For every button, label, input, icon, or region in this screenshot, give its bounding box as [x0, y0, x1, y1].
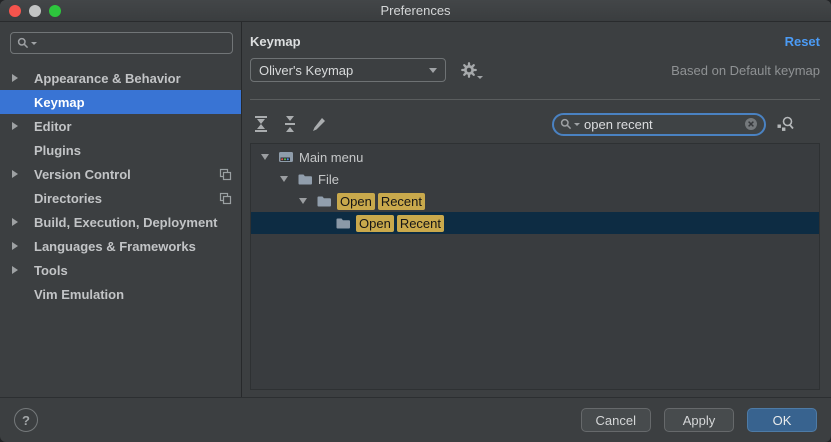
titlebar: Preferences [0, 0, 831, 22]
collapse-all-icon[interactable] [282, 116, 298, 132]
sidebar-item-keymap[interactable]: Keymap [0, 90, 241, 114]
chevron-down-icon [477, 76, 483, 79]
edit-pencil-icon[interactable] [311, 116, 327, 132]
sidebar-item-version-control[interactable]: Version Control [0, 162, 241, 186]
sidebar-item-build-execution-deployment[interactable]: Build, Execution, Deployment [0, 210, 241, 234]
main-area: Appearance & Behavior Keymap Editor Plug… [0, 22, 831, 397]
action-search-input[interactable] [582, 116, 742, 133]
window-title: Preferences [380, 3, 450, 18]
sidebar-item-plugins[interactable]: Plugins [0, 138, 241, 162]
search-match-highlight: Recent [378, 193, 425, 210]
collapse-arrow-icon[interactable] [280, 176, 288, 182]
header-separator [250, 99, 820, 100]
settings-sidebar: Appearance & Behavior Keymap Editor Plug… [0, 22, 242, 397]
expand-arrow-icon[interactable] [12, 242, 18, 250]
project-level-icon [219, 192, 232, 205]
cancel-button[interactable]: Cancel [581, 408, 651, 432]
search-icon [17, 37, 29, 49]
folder-icon [335, 215, 351, 231]
reset-link[interactable]: Reset [785, 34, 820, 49]
main-menu-icon [278, 149, 294, 165]
tree-row-main-menu[interactable]: Main menu [251, 146, 819, 168]
keymap-select-value: Oliver's Keymap [259, 63, 353, 78]
search-options-chevron-icon[interactable] [31, 42, 37, 45]
preferences-window: Preferences Appearance & Behavior [0, 0, 831, 442]
expand-arrow-icon[interactable] [12, 266, 18, 274]
sidebar-item-directories[interactable]: Directories [0, 186, 241, 210]
tree-row-open-recent-parent[interactable]: Open Recent [251, 190, 819, 212]
tree-row-file[interactable]: File [251, 168, 819, 190]
expand-arrow-icon[interactable] [12, 170, 18, 178]
sidebar-item-languages-frameworks[interactable]: Languages & Frameworks [0, 234, 241, 258]
find-shortcut-icon[interactable] [776, 115, 795, 134]
settings-category-list: Appearance & Behavior Keymap Editor Plug… [0, 66, 241, 306]
search-icon [560, 118, 572, 130]
sidebar-item-appearance-behavior[interactable]: Appearance & Behavior [0, 66, 241, 90]
close-window-button[interactable] [9, 5, 21, 17]
keymap-actions-tree: Main menu File [250, 143, 820, 390]
chevron-down-icon [429, 68, 437, 73]
expand-arrow-icon[interactable] [12, 218, 18, 226]
dialog-footer: ? Cancel Apply OK [0, 397, 831, 442]
search-match-highlight: Recent [397, 215, 444, 232]
sidebar-item-editor[interactable]: Editor [0, 114, 241, 138]
gear-icon [460, 61, 478, 79]
keymap-settings-panel: Keymap Reset Oliver's Keymap [242, 22, 831, 397]
traffic-lights [9, 5, 61, 17]
sidebar-search-input[interactable] [39, 35, 226, 52]
folder-icon [297, 171, 313, 187]
expand-arrow-icon[interactable] [12, 122, 18, 130]
help-icon: ? [22, 413, 30, 428]
apply-button[interactable]: Apply [664, 408, 734, 432]
collapse-arrow-icon[interactable] [261, 154, 269, 160]
clear-icon[interactable] [744, 117, 758, 131]
project-level-icon [219, 168, 232, 181]
based-on-label: Based on Default keymap [671, 63, 820, 78]
minimize-window-button [29, 5, 41, 17]
action-search-field[interactable] [552, 113, 766, 136]
search-options-chevron-icon[interactable] [574, 123, 580, 126]
expand-all-icon[interactable] [253, 116, 269, 132]
keymap-actions-button[interactable] [460, 61, 478, 79]
sidebar-search-box[interactable] [10, 32, 233, 54]
ok-button[interactable]: OK [747, 408, 817, 432]
keymap-toolbar [250, 109, 820, 139]
search-match-highlight: Open [337, 193, 375, 210]
page-title: Keymap [250, 34, 301, 49]
keymap-select-dropdown[interactable]: Oliver's Keymap [250, 58, 446, 82]
folder-icon [316, 193, 332, 209]
collapse-arrow-icon[interactable] [299, 198, 307, 204]
help-button[interactable]: ? [14, 408, 38, 432]
sidebar-item-tools[interactable]: Tools [0, 258, 241, 282]
sidebar-item-vim-emulation[interactable]: Vim Emulation [0, 282, 241, 306]
search-match-highlight: Open [356, 215, 394, 232]
expand-arrow-icon[interactable] [12, 74, 18, 82]
tree-row-open-recent-selected[interactable]: Open Recent [251, 212, 819, 234]
zoom-window-button[interactable] [49, 5, 61, 17]
